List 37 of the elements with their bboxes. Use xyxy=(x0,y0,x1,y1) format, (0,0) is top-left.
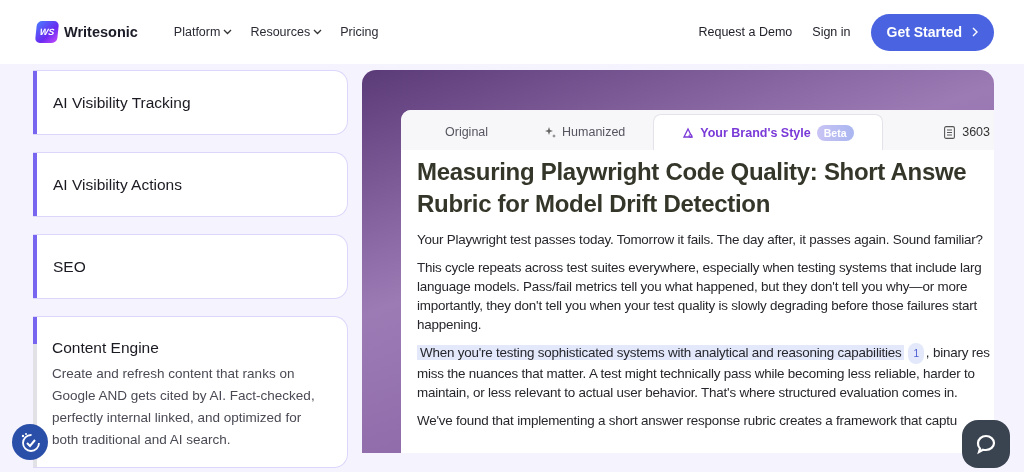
article-paragraph: When you're testing sophisticated systems with analytical and reasoning capabilities 1 , binary res miss the nuances that matter. A test might technically pass while becoming less reliable, harder to maintain, or less relevant to actual user behavior. That's where structured evaluation comes in. xyxy=(417,343,991,402)
beta-badge: Beta xyxy=(816,124,854,141)
editor-tab[interactable]: Original xyxy=(417,114,517,150)
header-link[interactable]: Request a Demo xyxy=(698,25,793,39)
chat-bubble-icon xyxy=(974,432,998,456)
article-paragraph: We've found that implementing a short answer response rubric creates a framework that captu xyxy=(417,412,959,430)
document-icon xyxy=(944,125,956,139)
feature-title: SEO xyxy=(53,257,86,276)
chevron-right-icon xyxy=(972,27,978,37)
article-paragraph: Your Playwright test passes today. Tomorrow it fails. The day after, it passes again. Sound familiar? xyxy=(417,231,984,249)
feature-card[interactable]: AI Visibility Actions xyxy=(33,152,348,217)
nav-link[interactable]: Pricing xyxy=(340,25,379,39)
header-link[interactable]: Sign in xyxy=(812,25,851,39)
get-started-button[interactable]: Get Started xyxy=(870,13,994,51)
nav-link[interactable]: Platform xyxy=(173,25,233,39)
feature-title: AI Visibility Actions xyxy=(53,175,182,194)
sparkle-icon xyxy=(544,126,557,138)
palette-icon xyxy=(682,126,695,139)
feature-title: AI Visibility Tracking xyxy=(53,93,191,112)
feature-card[interactable]: AI Visibility Tracking xyxy=(33,70,348,135)
accessibility-button[interactable] xyxy=(12,424,48,460)
feature-card[interactable]: SEO xyxy=(33,234,348,299)
accessibility-icon xyxy=(19,431,41,453)
word-count: 3603 xyxy=(962,125,990,139)
citation-badge[interactable]: 1 xyxy=(908,343,924,364)
chat-button[interactable] xyxy=(962,420,1010,468)
article-heading: Measuring Playwright Code Quality: Short Answe xyxy=(417,157,967,187)
editor-tab[interactable]: Your Brand's Style Beta xyxy=(653,114,883,150)
brand-name: Writesonic xyxy=(64,24,138,40)
feature-description: Create and refresh content that ranks on Google AND gets cited by AI. Fact-checked, perfectly internal linked, and optimized for both traditional and AI search. xyxy=(52,365,316,449)
article-paragraph: This cycle repeats across test suites everywhere, especially when testing systems that include larg language models. Pass/fail metrics tell you what happened, but they don't tell you why—or more importantly, they don't tell you when your test quality is slowly degrading before those failures start happening. xyxy=(417,259,983,334)
logo[interactable]: WS xyxy=(34,21,60,43)
article-heading: Rubric for Model Drift Detection xyxy=(417,189,771,219)
nav-link[interactable]: Resources xyxy=(250,25,323,39)
feature-title: Content Engine xyxy=(52,339,160,357)
feature-card[interactable]: Content Engine Create and refresh content that ranks on Google AND gets cited by AI. Fact-checked, perfectly internal linked, and optimized for both traditional and AI search. xyxy=(33,316,348,468)
editor-tab[interactable]: Humanized xyxy=(516,114,654,150)
